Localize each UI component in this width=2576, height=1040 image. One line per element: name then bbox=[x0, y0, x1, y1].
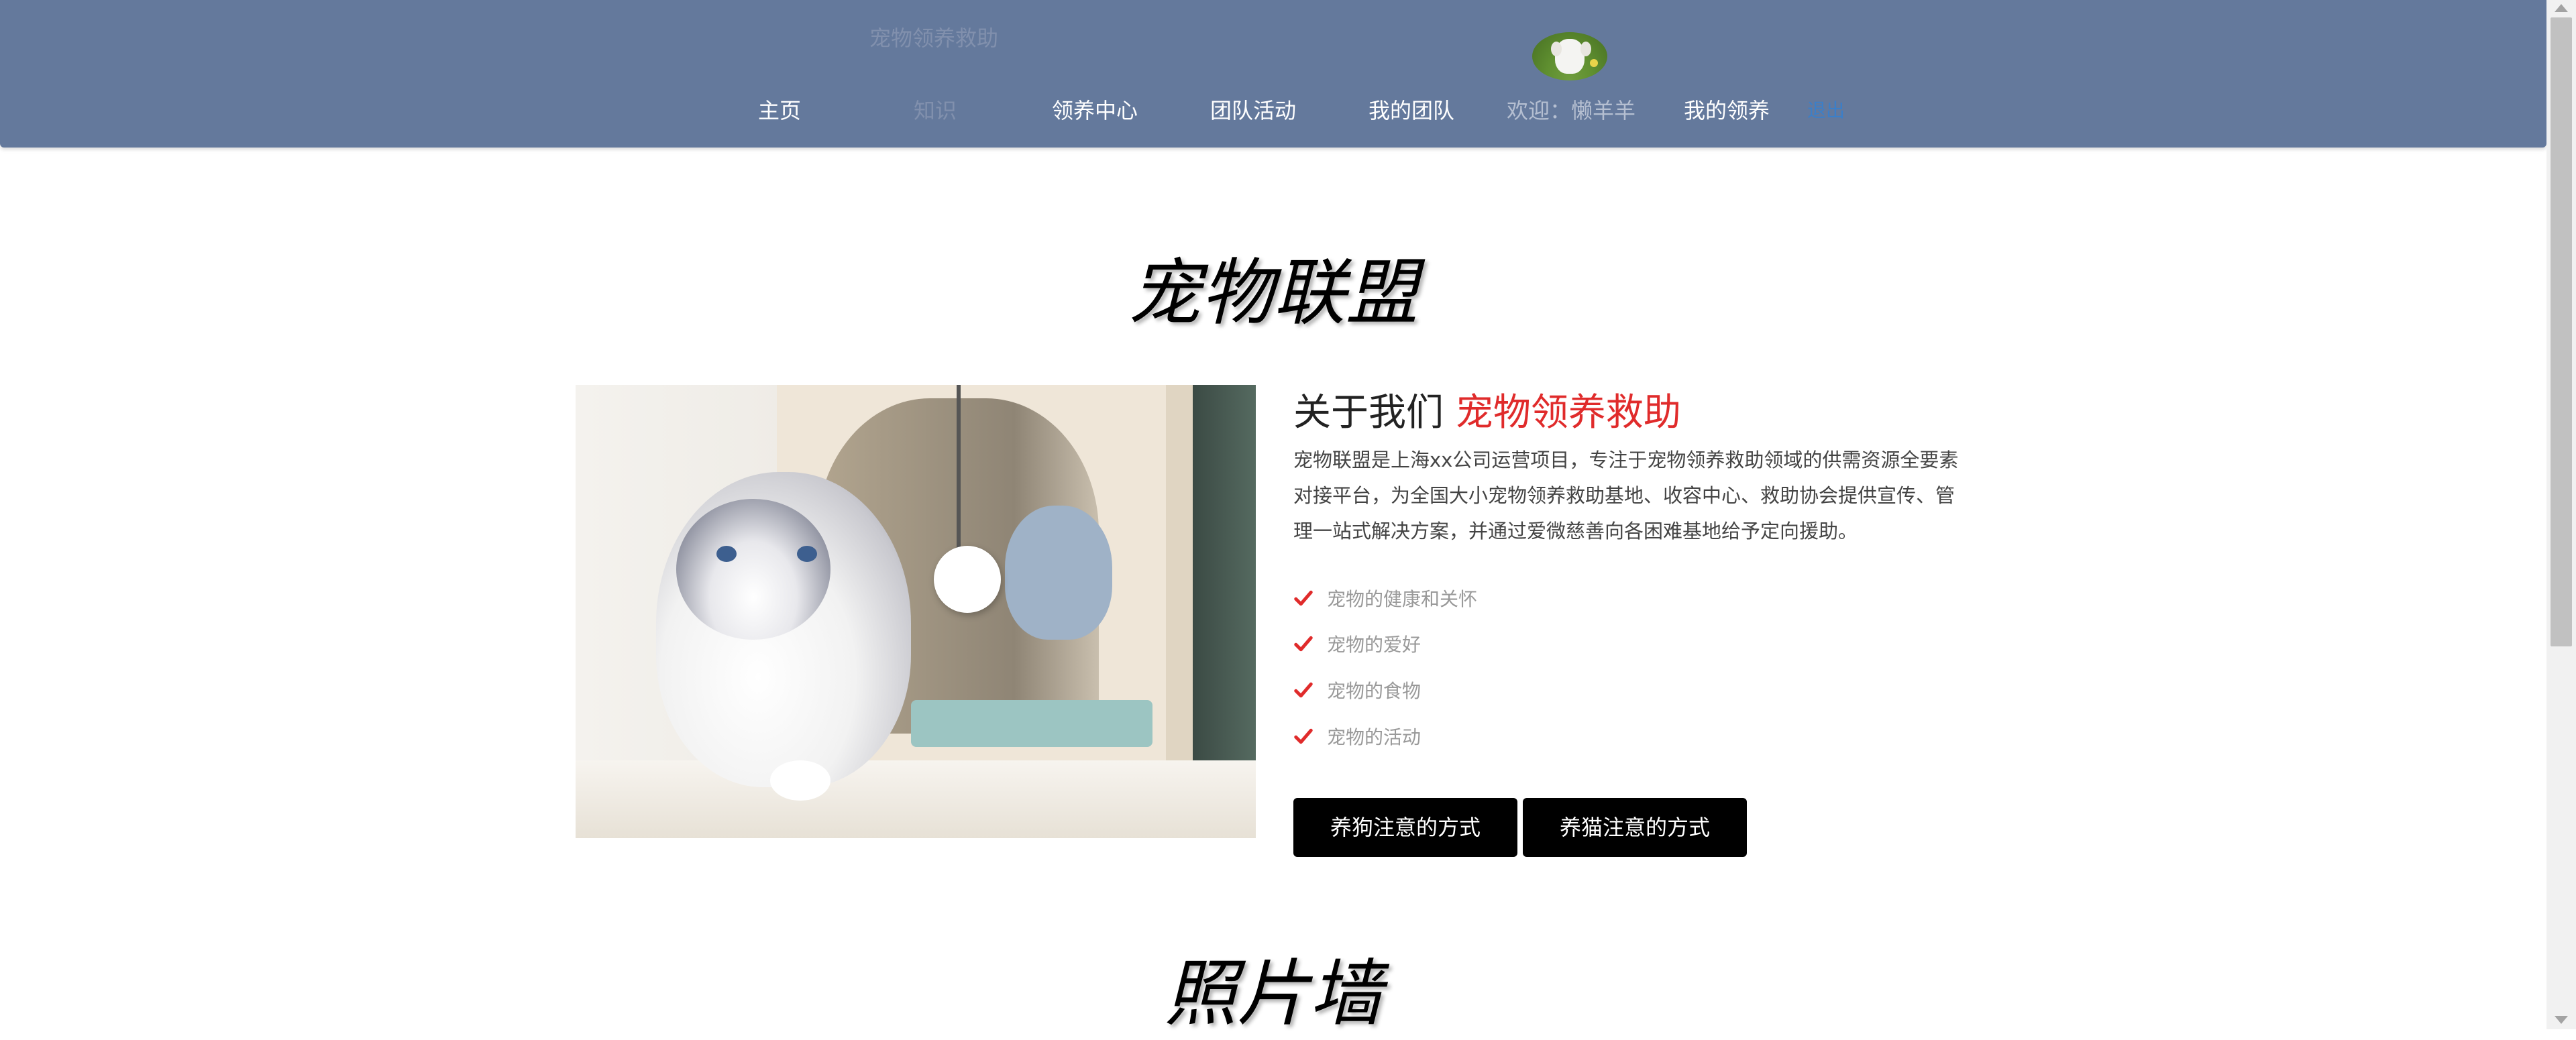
feature-label: 宠物的爱好 bbox=[1327, 634, 1421, 656]
scroll-up-icon[interactable] bbox=[2555, 4, 2568, 12]
nav-home[interactable]: 主页 bbox=[750, 94, 809, 127]
gallery-title: 照片墙 bbox=[1164, 952, 1382, 1036]
cat-photo bbox=[576, 385, 1256, 838]
cat-care-button[interactable]: 养猫注意的方式 bbox=[1523, 798, 1747, 857]
about-heading: 关于我们 宠物领养救助 bbox=[1293, 382, 1681, 437]
photo-pompom-ball bbox=[934, 546, 1001, 613]
nav-knowledge[interactable]: 知识 bbox=[908, 94, 962, 127]
feature-item: 宠物的活动 bbox=[1293, 724, 1421, 751]
photo-shelf bbox=[576, 760, 1256, 838]
check-icon bbox=[1294, 728, 1313, 744]
avatar-ear-right bbox=[1580, 42, 1591, 56]
check-icon bbox=[1294, 636, 1313, 652]
welcome-user-text: 欢迎：懒羊羊 bbox=[1507, 98, 1636, 123]
feature-label: 宠物的食物 bbox=[1327, 680, 1421, 702]
nav-my-adoptions[interactable]: 我的领养 bbox=[1680, 94, 1774, 127]
photo-toy-string bbox=[957, 385, 961, 559]
feature-label: 宠物的健康和关怀 bbox=[1327, 588, 1478, 610]
scroll-down-icon[interactable] bbox=[2555, 1016, 2568, 1024]
nav-adoption-center[interactable]: 领养中心 bbox=[1048, 94, 1142, 127]
nav-team-activities[interactable]: 团队活动 bbox=[1206, 94, 1300, 127]
about-heading-text: 关于我们 bbox=[1293, 391, 1444, 435]
scrollbar-thumb[interactable] bbox=[2551, 17, 2572, 646]
nav-my-team[interactable]: 我的团队 bbox=[1364, 94, 1458, 127]
page-title: 宠物联盟 bbox=[1128, 251, 1418, 335]
check-icon bbox=[1294, 590, 1313, 606]
feature-label: 宠物的活动 bbox=[1327, 726, 1421, 748]
brand-title[interactable]: 宠物领养救助 bbox=[869, 21, 998, 52]
avatar-ear-left bbox=[1551, 42, 1562, 56]
photo-cat-face bbox=[676, 499, 830, 640]
feature-item: 宠物的食物 bbox=[1293, 678, 1421, 705]
photo-cat-paw bbox=[770, 760, 830, 801]
user-avatar[interactable] bbox=[1532, 32, 1607, 80]
logout-link[interactable]: 退出 bbox=[1806, 94, 1846, 127]
avatar-flower bbox=[1590, 59, 1598, 67]
feature-item: 宠物的爱好 bbox=[1293, 632, 1421, 658]
about-paragraph: 宠物联盟是上海xx公司运营项目，专注于宠物领养救助领域的供需资源全要素对接平台，… bbox=[1293, 449, 1959, 542]
feature-item: 宠物的健康和关怀 bbox=[1293, 586, 1477, 613]
photo-cat-eye-left bbox=[716, 546, 737, 562]
photo-cat-window bbox=[1005, 506, 1112, 640]
top-navbar: 宠物领养救助 主页 知识 领养中心 团队活动 我的团队 欢迎：懒羊羊 我的领养 … bbox=[0, 0, 2546, 148]
about-heading-accent: 宠物领养救助 bbox=[1455, 391, 1681, 435]
photo-cat-eye-right bbox=[797, 546, 817, 562]
photo-cushion bbox=[911, 700, 1152, 747]
dog-care-button[interactable]: 养狗注意的方式 bbox=[1293, 798, 1517, 857]
check-icon bbox=[1294, 682, 1313, 698]
